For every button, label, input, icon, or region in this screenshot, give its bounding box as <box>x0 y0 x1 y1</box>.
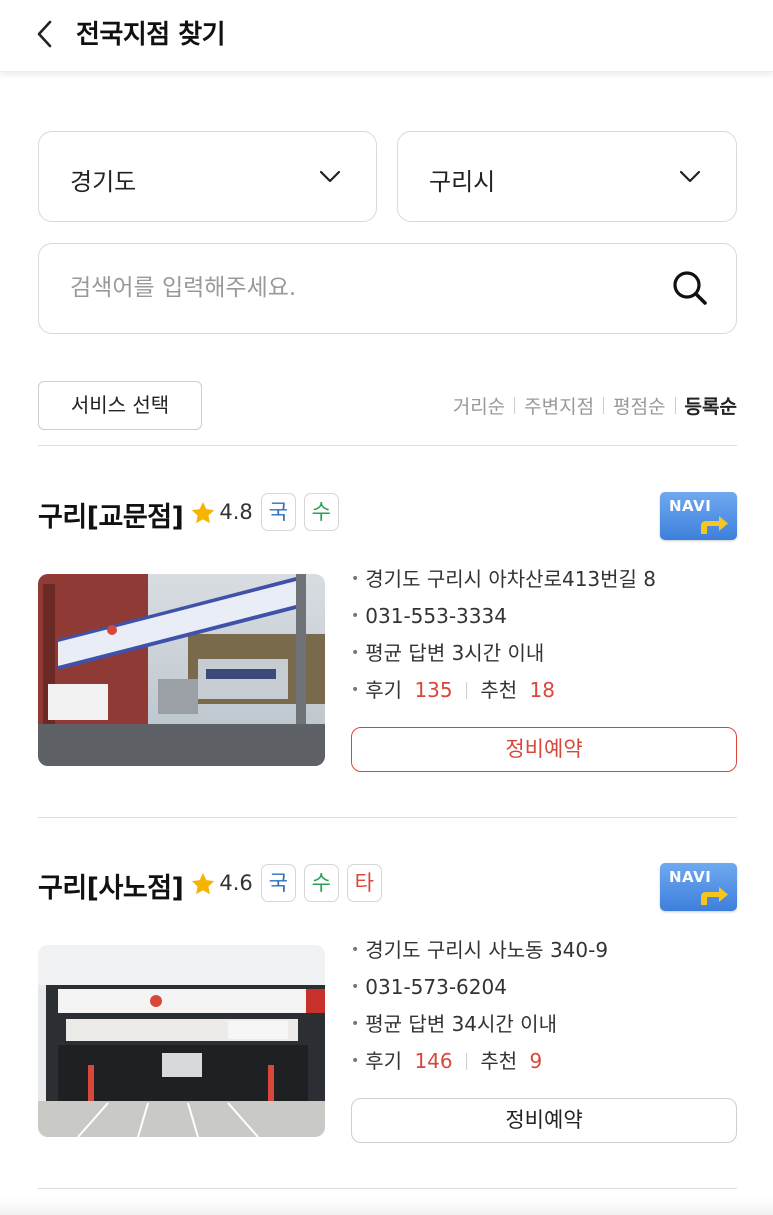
review-count: 135 <box>414 678 453 702</box>
sort-divider <box>674 397 676 414</box>
shop-name[interactable]: 구리[사노점] <box>38 866 184 905</box>
reserve-button[interactable]: 정비예약 <box>351 1098 737 1143</box>
navi-button[interactable]: NAVI <box>660 492 737 540</box>
sort-registered[interactable]: 등록순 <box>685 392 737 419</box>
turn-right-arrow-icon <box>701 516 728 534</box>
review-label: 후기 <box>365 678 403 702</box>
province-select[interactable]: 경기도 <box>38 131 377 222</box>
badge-import: 수 <box>303 493 339 531</box>
chevron-down-icon <box>679 170 701 183</box>
recommend-count: 9 <box>529 1049 543 1073</box>
stats-divider <box>465 1053 467 1070</box>
shop-photo[interactable] <box>38 945 325 1137</box>
shop-address: • 경기도 구리시 아차산로413번길 8 <box>351 567 657 591</box>
sort-divider <box>603 397 605 414</box>
turn-right-arrow-icon <box>701 887 728 905</box>
shop-name[interactable]: 구리[교문점] <box>38 495 184 534</box>
shop-response-time: • 평균 답변 3시간 이내 <box>351 641 545 665</box>
shop-address: • 경기도 구리시 사노동 340-9 <box>351 938 609 962</box>
service-select-button[interactable]: 서비스 선택 <box>38 381 202 430</box>
page-title: 전국지점 찾기 <box>76 20 226 50</box>
sort-options: 거리순 주변지점 평점순 등록순 <box>453 392 737 419</box>
chevron-left-icon <box>37 20 52 48</box>
badge-domestic: 국 <box>260 493 296 531</box>
shop-card: 구리[사노점] 4.6 국 수 타 NAVI • 경기도 구리시 사노동 340… <box>0 863 773 1193</box>
shop-info: • 경기도 구리시 사노동 340-9 • 031-573-6204 • 평균 답변 … <box>351 937 608 1085</box>
sort-rating[interactable]: 평점순 <box>613 392 665 419</box>
shop-stats: • 후기 146 추천 9 <box>351 1049 543 1073</box>
shop-stats: • 후기 135 추천 18 <box>351 678 555 702</box>
rating-value: 4.8 <box>219 500 253 524</box>
search-input[interactable] <box>70 268 630 308</box>
review-label: 후기 <box>365 1049 403 1073</box>
city-select[interactable]: 구리시 <box>397 131 737 222</box>
shop-response-time: • 평균 답변 34시간 이내 <box>351 1012 557 1036</box>
bottom-scroll-fade <box>0 1197 773 1215</box>
star-icon <box>192 501 215 524</box>
shop-info: • 경기도 구리시 아차산로413번길 8 • 031-553-3334 • 평균 답… <box>351 566 656 714</box>
chevron-down-icon <box>319 170 341 183</box>
reserve-button[interactable]: 정비예약 <box>351 727 737 772</box>
city-select-value: 구리시 <box>429 168 496 196</box>
badge-domestic: 국 <box>260 864 296 902</box>
divider <box>38 817 737 818</box>
divider <box>38 1188 737 1189</box>
shop-photo-image <box>38 945 325 1137</box>
back-button[interactable] <box>30 16 64 52</box>
search-box <box>38 243 737 334</box>
shop-phone[interactable]: • 031-553-3334 <box>351 603 656 640</box>
recommend-count: 18 <box>529 678 555 702</box>
sort-nearby[interactable]: 주변지점 <box>524 392 594 419</box>
top-app-bar: 전국지점 찾기 <box>0 0 773 72</box>
divider <box>38 445 737 446</box>
stats-divider <box>465 682 467 699</box>
badge-other: 타 <box>346 864 382 902</box>
sort-distance[interactable]: 거리순 <box>453 392 505 419</box>
shop-photo-image <box>38 574 325 766</box>
rating-value: 4.6 <box>219 871 253 895</box>
province-select-value: 경기도 <box>70 168 137 196</box>
recommend-label: 추천 <box>480 1049 518 1073</box>
review-count: 146 <box>414 1049 453 1073</box>
badge-import: 수 <box>303 864 339 902</box>
search-button[interactable] <box>670 268 710 308</box>
navi-button[interactable]: NAVI <box>660 863 737 911</box>
shop-phone[interactable]: • 031-573-6204 <box>351 974 608 1011</box>
sort-divider <box>514 397 516 414</box>
star-icon <box>192 872 215 895</box>
shop-card: 구리[교문점] 4.8 국 수 NAVI • 경기도 구리시 아차산로413번길… <box>0 492 773 822</box>
search-icon <box>673 271 707 305</box>
recommend-label: 추천 <box>480 678 518 702</box>
shop-photo[interactable] <box>38 574 325 766</box>
